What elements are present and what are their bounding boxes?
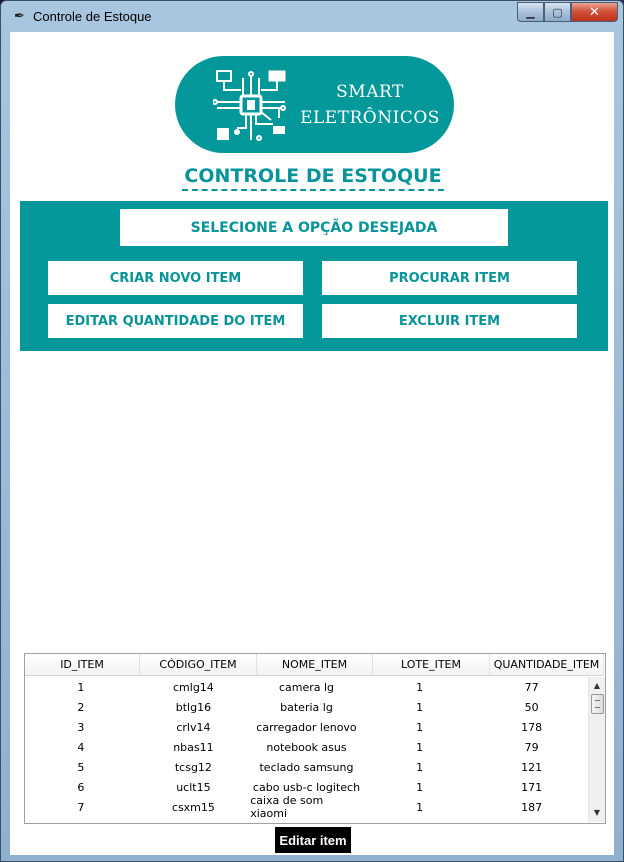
cell-id: 1 (77, 680, 85, 694)
table-row[interactable]: 3 crlv14 carregador lenovo 1 178 (25, 717, 587, 737)
column-header-code[interactable]: CÓDIGO_ITEM (140, 654, 257, 676)
cell-quantity: 187 (521, 800, 543, 814)
cell-lot: 1 (416, 720, 424, 734)
page-title: CONTROLE DE ESTOQUE (182, 165, 444, 191)
cell-code: tcsg12 (174, 760, 212, 774)
maximize-button[interactable]: ▢ (544, 2, 571, 22)
column-header-name[interactable]: NOME_ITEM (257, 654, 373, 676)
create-item-button[interactable]: CRIAR NOVO ITEM (48, 261, 303, 295)
logo-text-line1: SMART (336, 82, 404, 102)
close-icon: ✕ (589, 4, 600, 20)
feather-icon: ✒ (14, 9, 25, 24)
cell-id: 3 (77, 720, 85, 734)
cell-code: nbas11 (173, 740, 214, 754)
cell-lot: 1 (416, 780, 424, 794)
options-panel: SELECIONE A OPÇÃO DESEJADA CRIAR NOVO IT… (20, 201, 608, 351)
cell-lot: 1 (416, 700, 424, 714)
table-header: ID_ITEM CÓDIGO_ITEM NOME_ITEM LOTE_ITEM … (25, 654, 604, 676)
cell-quantity: 79 (524, 740, 539, 754)
table-row[interactable]: 2 btlg16 bateria lg 1 50 (25, 697, 587, 717)
scroll-up-arrow-icon[interactable]: ▲ (589, 679, 605, 693)
table-body: 1 cmlg14 camera lg 1 77 2 btlg16 bateria… (25, 677, 587, 821)
logo-text-line2: ELETRÔNICOS (300, 108, 440, 128)
minimize-button[interactable]: ▁ (517, 2, 544, 22)
cell-lot: 1 (416, 680, 424, 694)
column-header-quantity[interactable]: QUANTIDADE_ITEM (490, 654, 604, 676)
column-header-lot[interactable]: LOTE_ITEM (373, 654, 490, 676)
delete-item-button[interactable]: EXCLUIR ITEM (322, 304, 577, 338)
brand-logo: SMART ELETRÔNICOS (175, 56, 454, 153)
cell-name: carregador lenovo (256, 720, 357, 734)
cell-code: csxm15 (171, 800, 215, 814)
cell-quantity: 178 (521, 720, 543, 734)
column-header-id[interactable]: ID_ITEM (25, 654, 140, 676)
table-scrollbar[interactable]: ▲ ▼ (588, 677, 605, 822)
cell-id: 4 (77, 740, 85, 754)
select-option-banner: SELECIONE A OPÇÃO DESEJADA (120, 209, 508, 246)
cell-code: uclt15 (176, 780, 211, 794)
cell-lot: 1 (416, 740, 424, 754)
cell-id: 7 (77, 800, 85, 814)
cell-code: btlg16 (175, 700, 212, 714)
cell-quantity: 121 (521, 760, 543, 774)
window-controls: ▁ ▢ ✕ (517, 2, 618, 22)
table-row[interactable]: 7 csxm15 caixa de som xiaomi 1 187 (25, 794, 587, 820)
table-row[interactable]: 1 cmlg14 camera lg 1 77 (25, 677, 587, 697)
circuit-chip-icon (213, 70, 286, 141)
close-button[interactable]: ✕ (571, 2, 618, 22)
cell-name: camera lg (278, 680, 335, 694)
cell-lot: 1 (416, 800, 424, 814)
title-bar[interactable]: ✒ Controle de Estoque ▁ ▢ ✕ (1, 1, 623, 33)
cell-name: teclado samsung (259, 760, 354, 774)
cell-lot: 1 (416, 760, 424, 774)
scroll-down-arrow-icon[interactable]: ▼ (589, 806, 605, 820)
edit-item-button[interactable]: Editar item (275, 827, 351, 853)
edit-quantity-button[interactable]: EDITAR QUANTIDADE DO ITEM (48, 304, 303, 338)
cell-code: cmlg14 (173, 680, 214, 694)
cell-quantity: 50 (524, 700, 539, 714)
cell-name: bateria lg (280, 700, 333, 714)
cell-id: 2 (77, 700, 85, 714)
maximize-icon: ▢ (552, 5, 563, 19)
client-area: SMART ELETRÔNICOS CONTROLE DE ESTOQUE SE… (10, 32, 614, 855)
cell-code: crlv14 (176, 720, 211, 734)
cell-name: notebook asus (266, 740, 347, 754)
table-row[interactable]: 5 tcsg12 teclado samsung 1 121 (25, 757, 587, 777)
cell-quantity: 77 (524, 680, 539, 694)
cell-id: 5 (77, 760, 85, 774)
cell-quantity: 171 (521, 780, 543, 794)
minimize-icon: ▁ (526, 5, 535, 19)
search-item-button[interactable]: PROCURAR ITEM (322, 261, 577, 295)
window-title: Controle de Estoque (33, 9, 152, 24)
cell-id: 6 (77, 780, 85, 794)
stock-table[interactable]: ID_ITEM CÓDIGO_ITEM NOME_ITEM LOTE_ITEM … (24, 653, 606, 824)
cell-name: caixa de som xiaomi (250, 794, 324, 820)
app-window: ✒ Controle de Estoque ▁ ▢ ✕ SMART ELETRÔ… (0, 0, 624, 862)
scroll-thumb[interactable] (591, 694, 604, 714)
table-row[interactable]: 4 nbas11 notebook asus 1 79 (25, 737, 587, 757)
